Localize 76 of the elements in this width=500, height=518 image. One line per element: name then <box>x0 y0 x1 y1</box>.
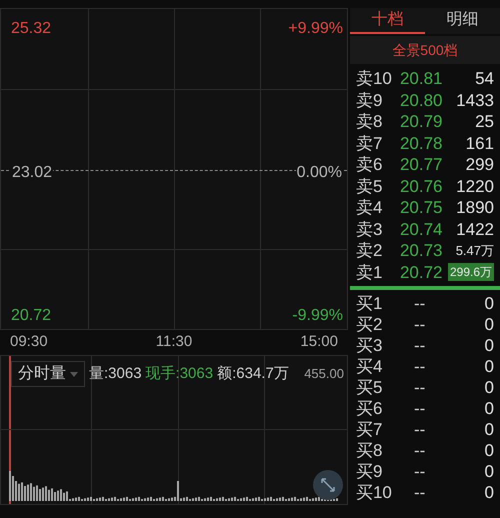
amount-reading: 额:634.7万 <box>217 364 289 384</box>
max-volume-label: 455.00 <box>304 365 344 384</box>
bid-level-label: 买7 <box>356 418 384 441</box>
ask-price: 20.78 <box>400 132 444 154</box>
current-hand-reading: 现手:3063 <box>146 364 214 384</box>
ask-price: 20.74 <box>400 218 444 240</box>
ask-volume: 25 <box>475 111 494 133</box>
bid-volume: 0 <box>484 460 494 483</box>
bid-level-label: 买3 <box>356 334 384 357</box>
bid-volume: 0 <box>484 334 494 357</box>
bid-volume: 0 <box>484 440 494 462</box>
bid-price: -- <box>414 482 426 504</box>
high-percent: +9.99% <box>288 19 343 39</box>
bid-volume: 0 <box>484 314 494 336</box>
bid-volume: 0 <box>484 292 494 315</box>
ask-price: 20.76 <box>400 176 444 198</box>
low-percent: -9.99% <box>292 306 343 326</box>
ask-price: 20.79 <box>400 111 444 133</box>
ask-volume: 5.47万 <box>456 242 494 260</box>
bid-volume: 0 <box>484 356 494 378</box>
bid-volume: 0 <box>484 482 494 504</box>
ask-level-label: 卖6 <box>356 154 384 176</box>
volume-type-dropdown[interactable]: 分时量 <box>11 361 85 387</box>
bid-price: -- <box>414 292 426 315</box>
ask-volume: 1220 <box>456 176 494 198</box>
bid-price: -- <box>414 356 426 378</box>
expand-icon[interactable] <box>312 470 343 500</box>
bid-volume: 0 <box>484 398 494 420</box>
time-label: 11:30 <box>156 332 192 352</box>
ask-level-label: 卖8 <box>356 111 384 133</box>
time-label: 09:30 <box>10 332 48 352</box>
ask-price: 20.77 <box>400 154 444 176</box>
ask-level-label: 卖3 <box>356 218 384 240</box>
bid-price: -- <box>414 376 426 399</box>
bid-price: -- <box>414 314 426 336</box>
ask-volume: 299.6万 <box>448 263 494 282</box>
bid-level-label: 买5 <box>356 376 384 399</box>
ask-level-label: 卖5 <box>356 176 384 198</box>
ask-price: 20.81 <box>400 68 444 90</box>
ask-level-label: 卖2 <box>356 240 384 262</box>
bid-price: -- <box>414 460 426 483</box>
bid-volume: 0 <box>484 376 494 399</box>
order-book-tab[interactable]: 明细 <box>424 8 500 34</box>
bid-price: -- <box>414 398 426 420</box>
bid-price: -- <box>414 418 426 441</box>
bid-level-label: 买1 <box>356 292 384 315</box>
bid-level-label: 买10 <box>356 482 393 504</box>
bid-level-label: 买6 <box>356 398 384 420</box>
time-label: 15:00 <box>300 332 338 352</box>
bid-volume: 0 <box>484 418 494 441</box>
ask-volume: 1890 <box>456 197 494 219</box>
ask-price: 20.72 <box>400 262 444 284</box>
high-price: 25.32 <box>11 19 52 39</box>
ask-volume: 54 <box>475 68 494 90</box>
ask-level-label: 卖4 <box>356 197 384 219</box>
ask-volume: 1433 <box>456 90 494 112</box>
bid-level-label: 买8 <box>356 440 384 462</box>
volume-reading: 量:3063 <box>89 364 142 384</box>
ask-price: 20.75 <box>400 197 444 219</box>
ask-level-label: 卖7 <box>356 132 384 154</box>
bid-price: -- <box>414 334 426 357</box>
ask-level-label: 卖9 <box>356 90 384 112</box>
bid-level-label: 买4 <box>356 356 384 378</box>
ask-level-label: 卖10 <box>356 68 393 90</box>
bid-level-label: 买2 <box>356 314 384 336</box>
ask-price: 20.80 <box>400 90 444 112</box>
ask-price: 20.73 <box>400 240 444 262</box>
bid-level-label: 买9 <box>356 460 384 483</box>
caret-icon <box>70 372 78 376</box>
ask-volume: 1422 <box>456 218 494 240</box>
ask-volume: 299 <box>466 154 494 176</box>
ask-volume: 161 <box>466 132 494 154</box>
order-book-tab[interactable]: 十档 <box>350 8 425 34</box>
ask-level-label: 卖1 <box>356 262 384 284</box>
bid-price: -- <box>414 440 426 462</box>
low-price: 20.72 <box>11 306 52 326</box>
